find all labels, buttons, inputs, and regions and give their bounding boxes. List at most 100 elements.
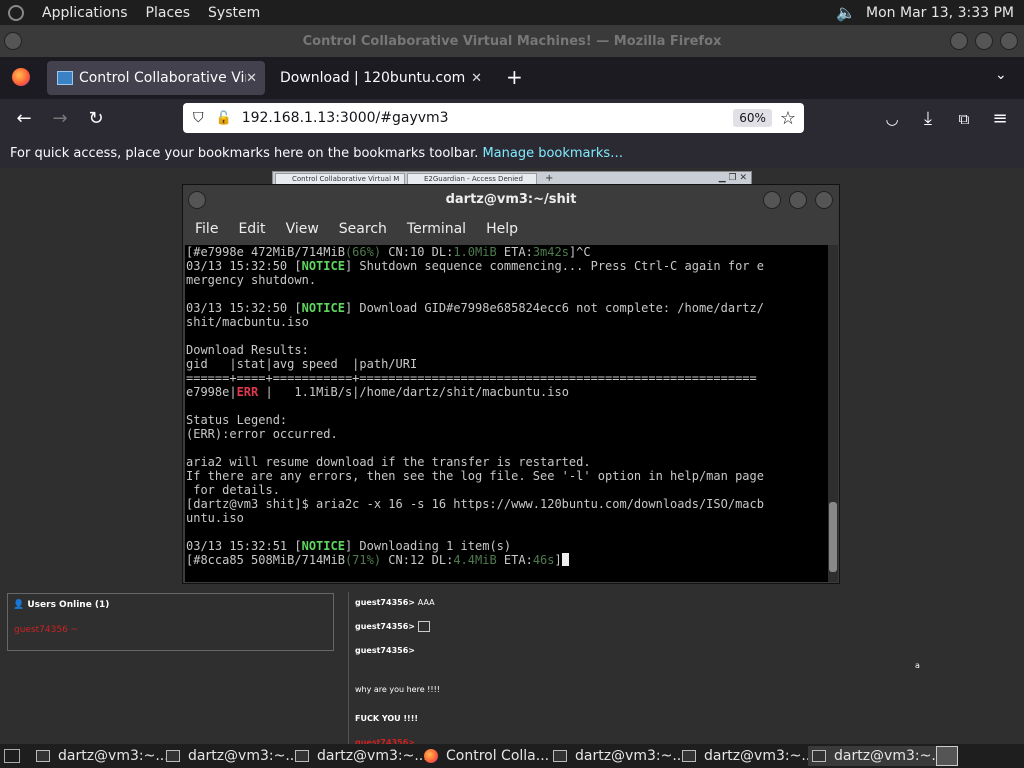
terminal-maximize-button[interactable] [789, 191, 807, 209]
taskbar-item[interactable]: dartz@vm3:~... [295, 746, 428, 766]
term-notice-tag: NOTICE [301, 259, 345, 273]
term-dl-speed: 1.0MiB [453, 245, 497, 259]
terminal-icon [36, 750, 50, 762]
close-tab-icon[interactable]: ✕ [246, 71, 257, 86]
terminal-icon [812, 750, 826, 762]
term-dl-speed: 4.4MiB [453, 553, 497, 567]
firefox-logo-icon[interactable] [12, 68, 30, 86]
tab-control-vm[interactable]: Control Collaborative Virtual ✕ [47, 61, 265, 95]
insecure-lock-icon[interactable]: 🔓 [216, 111, 232, 126]
taskbar-item[interactable]: dartz@vm3:~... [166, 746, 299, 766]
taskbar: dartz@vm3:~... dartz@vm3:~... dartz@vm3:… [0, 744, 1024, 768]
back-icon[interactable]: ← [12, 107, 36, 131]
term-line: [#8cca85 508MiB/714MiB [186, 553, 345, 567]
hamburger-menu-icon[interactable]: ≡ [988, 107, 1012, 131]
term-line: ]^C [568, 245, 591, 259]
menu-places[interactable]: Places [146, 5, 191, 21]
url-text[interactable]: 192.168.1.13:3000/#gayvm3 [242, 110, 449, 126]
menu-system[interactable]: System [208, 5, 260, 21]
close-tab-icon[interactable]: ✕ [471, 71, 482, 86]
terminal-menu-edit[interactable]: Edit [238, 221, 265, 237]
terminal-menu-file[interactable]: File [195, 221, 218, 237]
show-desktop-icon[interactable] [4, 749, 20, 763]
taskbar-label: Control Colla... [446, 748, 550, 764]
maximize-button[interactable] [975, 32, 993, 50]
term-line: (ERR):error occurred. [186, 427, 338, 441]
term-line: shit/macbuntu.iso [186, 315, 309, 329]
tab-label: Download | 120buntu.com [280, 70, 466, 86]
bookmark-star-icon[interactable]: ☆ [780, 108, 796, 129]
new-tab-icon[interactable]: + [506, 65, 523, 89]
shield-icon[interactable]: ⛉ [193, 110, 204, 126]
term-notice-tag: NOTICE [301, 539, 345, 553]
pocket-icon[interactable]: ◡ [880, 107, 904, 131]
term-line: 03/13 15:32:50 [ [186, 301, 302, 315]
gnome-logo-icon[interactable] [8, 4, 24, 21]
chat-text: FUCK YOU !!!! [355, 714, 418, 723]
window-menu-button[interactable] [4, 32, 22, 50]
taskbar-label: dartz@vm3:~... [704, 748, 815, 764]
bookmarks-toolbar: For quick access, place your bookmarks h… [0, 139, 1024, 168]
terminal-menu-help[interactable]: Help [486, 221, 518, 237]
nav-toolbar: ← → ↻ ⛉ 🔓 192.168.1.13:3000/#gayvm3 60% … [0, 99, 1024, 139]
taskbar-item[interactable]: dartz@vm3:~... [553, 746, 686, 766]
terminal-icon [295, 750, 309, 762]
terminal-close-button[interactable] [815, 191, 833, 209]
terminal-minimize-button[interactable] [763, 191, 781, 209]
chat-user: guest74356> [355, 646, 415, 655]
reload-icon[interactable]: ↻ [84, 107, 108, 131]
chat-user: guest74356> [355, 622, 415, 631]
user-icon: 👤 [13, 600, 25, 610]
terminal-window[interactable]: dartz@vm3:~/shit File Edit View Search T… [182, 184, 840, 584]
terminal-menu-view[interactable]: View [286, 221, 319, 237]
menu-applications[interactable]: Applications [42, 5, 128, 21]
vm-tab-add-icon[interactable]: + [545, 173, 553, 184]
term-line: 03/13 15:32:50 [ [186, 259, 302, 273]
users-online-header: Users Online (1) [27, 600, 110, 610]
online-user[interactable]: guest74356 ~ [14, 625, 78, 635]
terminal-menu-search[interactable]: Search [339, 221, 387, 237]
manage-bookmarks-link[interactable]: Manage bookmarks… [482, 146, 623, 161]
zoom-level[interactable]: 60% [733, 109, 772, 127]
extensions-icon[interactable]: ⧉ [952, 107, 976, 131]
taskbar-item[interactable]: Control Colla... [424, 746, 549, 766]
tab-download[interactable]: Download | 120buntu.com ✕ [270, 61, 490, 95]
minimize-button[interactable] [950, 32, 968, 50]
taskbar-label: dartz@vm3:~... [317, 748, 428, 764]
bookmarks-hint: For quick access, place your bookmarks h… [10, 146, 479, 161]
taskbar-item[interactable]: dartz@vm3:~... [682, 746, 815, 766]
terminal-icon [682, 750, 696, 762]
taskbar-item[interactable]: dartz@vm3:~... [36, 746, 169, 766]
term-percent: (71%) [344, 553, 382, 567]
term-line: ] Shutdown sequence commencing... Press … [344, 259, 764, 273]
vm-window-controls[interactable]: ▁ ❐ ✕ [719, 173, 747, 183]
workspace-switcher[interactable] [936, 746, 958, 766]
taskbar-item-active[interactable]: dartz@vm3:~... [808, 746, 949, 766]
terminal-scrollbar[interactable] [828, 245, 838, 582]
terminal-output[interactable]: [#e7998e 472MiB/714MiB(66%) CN:10 DL:1.0… [185, 245, 829, 582]
chat-panel: guest74356> AAA guest74356> guest74356> … [348, 592, 1024, 744]
chat-text: why are you here !!!! [355, 685, 441, 694]
taskbar-label: dartz@vm3:~... [575, 748, 686, 764]
chat-message: guest74356> AAA [355, 598, 435, 607]
volume-icon[interactable]: 🔈 [836, 3, 856, 22]
close-window-button[interactable] [1000, 32, 1018, 50]
term-err-tag: ERR [236, 385, 259, 399]
scrollbar-thumb[interactable] [829, 502, 837, 572]
url-bar[interactable]: ⛉ 🔓 192.168.1.13:3000/#gayvm3 60% ☆ [183, 103, 804, 133]
term-line: CN:12 DL: [381, 553, 454, 567]
chat-message: guest74356> [355, 621, 430, 632]
list-tabs-chevron-icon[interactable]: ⌄ [995, 67, 1007, 83]
term-line: CN:10 DL: [381, 245, 454, 259]
terminal-menu-terminal[interactable]: Terminal [407, 221, 466, 237]
term-line: gid |stat|avg speed |path/URI [186, 357, 418, 371]
window-titlebar[interactable]: Control Collaborative Virtual Machines! … [0, 25, 1024, 57]
forward-icon[interactable]: → [48, 107, 72, 131]
terminal-title: dartz@vm3:~/shit [445, 192, 577, 207]
image-attachment-icon[interactable] [417, 621, 430, 632]
terminal-menubar: File Edit View Search Terminal Help [183, 215, 839, 243]
downloads-icon[interactable]: ⤓ [916, 107, 940, 131]
clock[interactable]: Mon Mar 13, 3:33 PM [866, 5, 1014, 21]
term-eta: 46s [532, 553, 555, 567]
term-line: | 1.1MiB/s|/home/dartz/shit/macbuntu.iso [258, 385, 569, 399]
